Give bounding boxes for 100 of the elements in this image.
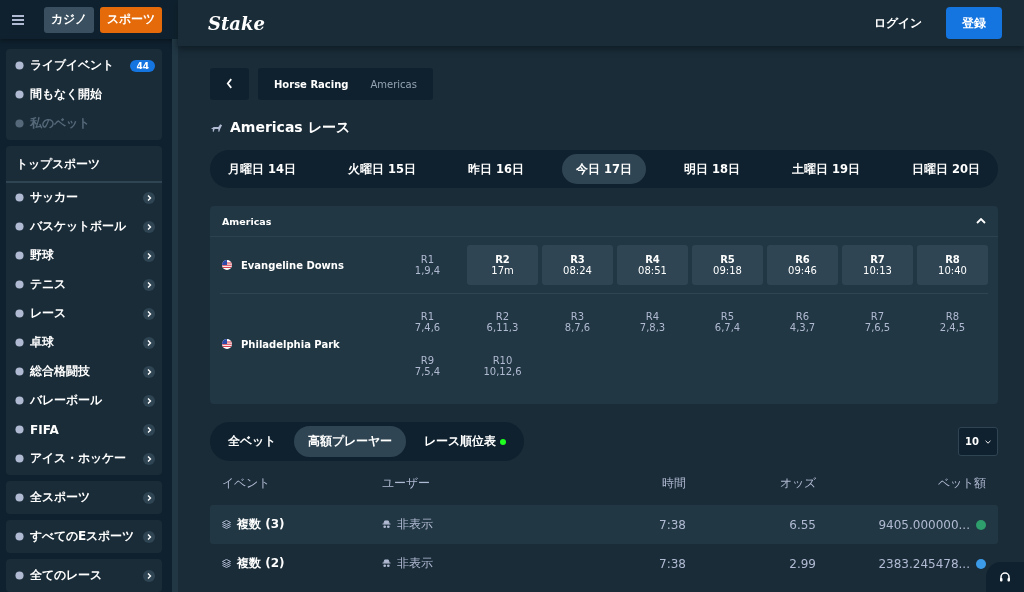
circle-icon (15, 119, 24, 128)
track-name: Philadelphia Park (241, 338, 340, 350)
race-button[interactable]: R2 6,11,3 (467, 302, 538, 342)
sidebar-item[interactable]: 全てのレース (6, 561, 162, 590)
chevron-right-icon (143, 452, 155, 465)
race-button[interactable]: R2 17m (467, 245, 538, 285)
headset-icon (999, 571, 1011, 583)
day-tab[interactable]: 日曜日 20日 (897, 154, 994, 184)
chevron-right-icon (143, 394, 155, 407)
breadcrumb-link[interactable]: Americas (370, 78, 417, 90)
table-cell: 2.99 (789, 556, 816, 571)
circle-icon (15, 280, 24, 289)
circle-icon (15, 61, 24, 70)
table-cell: 7:38 (659, 517, 686, 532)
chevron-right-icon (143, 336, 155, 349)
count-badge: 44 (130, 59, 155, 72)
table-cell: 複数 (2) (237, 555, 285, 572)
sidebar-item[interactable]: 間もなく開始 (6, 80, 162, 109)
race-button[interactable]: R6 09:46 (767, 245, 838, 285)
flag-icon (222, 339, 232, 349)
day-tab[interactable]: 月曜日 14日 (214, 154, 310, 184)
chevron-left-icon (226, 77, 233, 89)
race-button[interactable]: R7 10:13 (842, 245, 913, 285)
nav-tab[interactable]: カジノ (44, 6, 94, 33)
chevron-right-icon (143, 569, 155, 582)
race-button[interactable]: R8 2,4,5 (917, 302, 988, 342)
circle-icon (15, 454, 24, 463)
race-button[interactable]: R9 7,5,4 (392, 346, 463, 386)
page-title: Americas レース (230, 119, 350, 137)
region-title: Americas (222, 215, 272, 227)
support-button[interactable] (986, 562, 1024, 592)
sidebar-item[interactable]: ライブイベント 44 (6, 51, 162, 80)
race-button[interactable]: R4 08:51 (617, 245, 688, 285)
chevron-right-icon (143, 365, 155, 378)
chevron-right-icon (143, 191, 155, 204)
caret-down-icon (984, 438, 991, 445)
race-button[interactable]: R1 7,4,6 (392, 302, 463, 342)
sidebar-item[interactable]: サッカー (6, 183, 162, 212)
circle-icon (15, 532, 24, 541)
circle-icon (15, 571, 24, 580)
table-cell: 非表示 (397, 516, 433, 533)
race-button[interactable]: R1 1,9,4 (392, 245, 463, 285)
register-button[interactable]: 登録 (946, 7, 1002, 39)
day-tab[interactable]: 火曜日 15日 (334, 154, 430, 184)
sidebar-item[interactable]: テニス (6, 270, 162, 299)
sidebar-heading: トップスポーツ (6, 148, 162, 183)
day-tab[interactable]: 昨日 16日 (453, 154, 538, 184)
sidebar-item[interactable]: レース (6, 299, 162, 328)
layers-icon (222, 520, 231, 529)
race-button[interactable]: R8 10:40 (917, 245, 988, 285)
circle-icon (15, 309, 24, 318)
circle-icon (15, 251, 24, 260)
day-tab[interactable]: 明日 18日 (669, 154, 754, 184)
table-cell: 6.55 (789, 517, 816, 532)
chevron-right-icon (143, 220, 155, 233)
chevron-right-icon (143, 278, 155, 291)
column-header: 時間 (662, 474, 686, 492)
circle-icon (15, 338, 24, 347)
sidebar-item[interactable]: 全スポーツ (6, 483, 162, 512)
circle-icon (15, 493, 24, 502)
sidebar-item[interactable]: 卓球 (6, 328, 162, 357)
menu-icon[interactable] (12, 14, 24, 25)
chevron-right-icon (143, 423, 155, 436)
table-cell: 複数 (3) (237, 516, 285, 533)
sidebar-item[interactable]: 総合格闘技 (6, 357, 162, 386)
login-button[interactable]: ログイン (868, 13, 928, 33)
race-button[interactable]: R6 4,3,7 (767, 302, 838, 342)
race-button[interactable]: R3 8,7,6 (542, 302, 613, 342)
bets-tab[interactable]: レース順位表 (410, 426, 520, 457)
day-tab[interactable]: 土曜日 19日 (777, 154, 874, 184)
chevron-right-icon (143, 491, 155, 504)
hidden-user-icon (382, 520, 391, 529)
bets-tab[interactable]: 全ベット (214, 426, 290, 457)
race-button[interactable]: R7 7,6,5 (842, 302, 913, 342)
sidebar-item[interactable]: 野球 (6, 241, 162, 270)
race-button[interactable]: R4 7,8,3 (617, 302, 688, 342)
sidebar-item[interactable]: アイス・ホッケー (6, 444, 162, 473)
logo[interactable]: Stake (208, 12, 265, 34)
sidebar-item[interactable]: バレーボール (6, 386, 162, 415)
sidebar-item[interactable]: すべてのEスポーツ (6, 522, 162, 551)
race-button[interactable]: R10 10,12,6 (467, 346, 538, 386)
breadcrumb-link[interactable]: Horse Racing (274, 78, 349, 90)
race-button[interactable]: R5 09:18 (692, 245, 763, 285)
page-size-select[interactable]: 10 (958, 427, 998, 456)
circle-icon (15, 425, 24, 434)
circle-icon (15, 396, 24, 405)
bets-tab[interactable]: 高額プレーヤー (294, 426, 406, 457)
table-cell: 9405.000000... (878, 517, 970, 532)
caret-icon[interactable] (976, 218, 986, 224)
day-tab[interactable]: 今日 17日 (561, 154, 646, 184)
flag-icon (222, 260, 232, 270)
circle-icon (15, 90, 24, 99)
table-cell: 7:38 (659, 556, 686, 571)
race-button[interactable]: R5 6,7,4 (692, 302, 763, 342)
chevron-right-icon (143, 249, 155, 262)
sidebar-item[interactable]: バスケットボール (6, 212, 162, 241)
race-button[interactable]: R3 08:24 (542, 245, 613, 285)
circle-icon (15, 193, 24, 202)
sidebar-item[interactable]: FIFA (6, 415, 162, 444)
circle-icon (15, 367, 24, 376)
